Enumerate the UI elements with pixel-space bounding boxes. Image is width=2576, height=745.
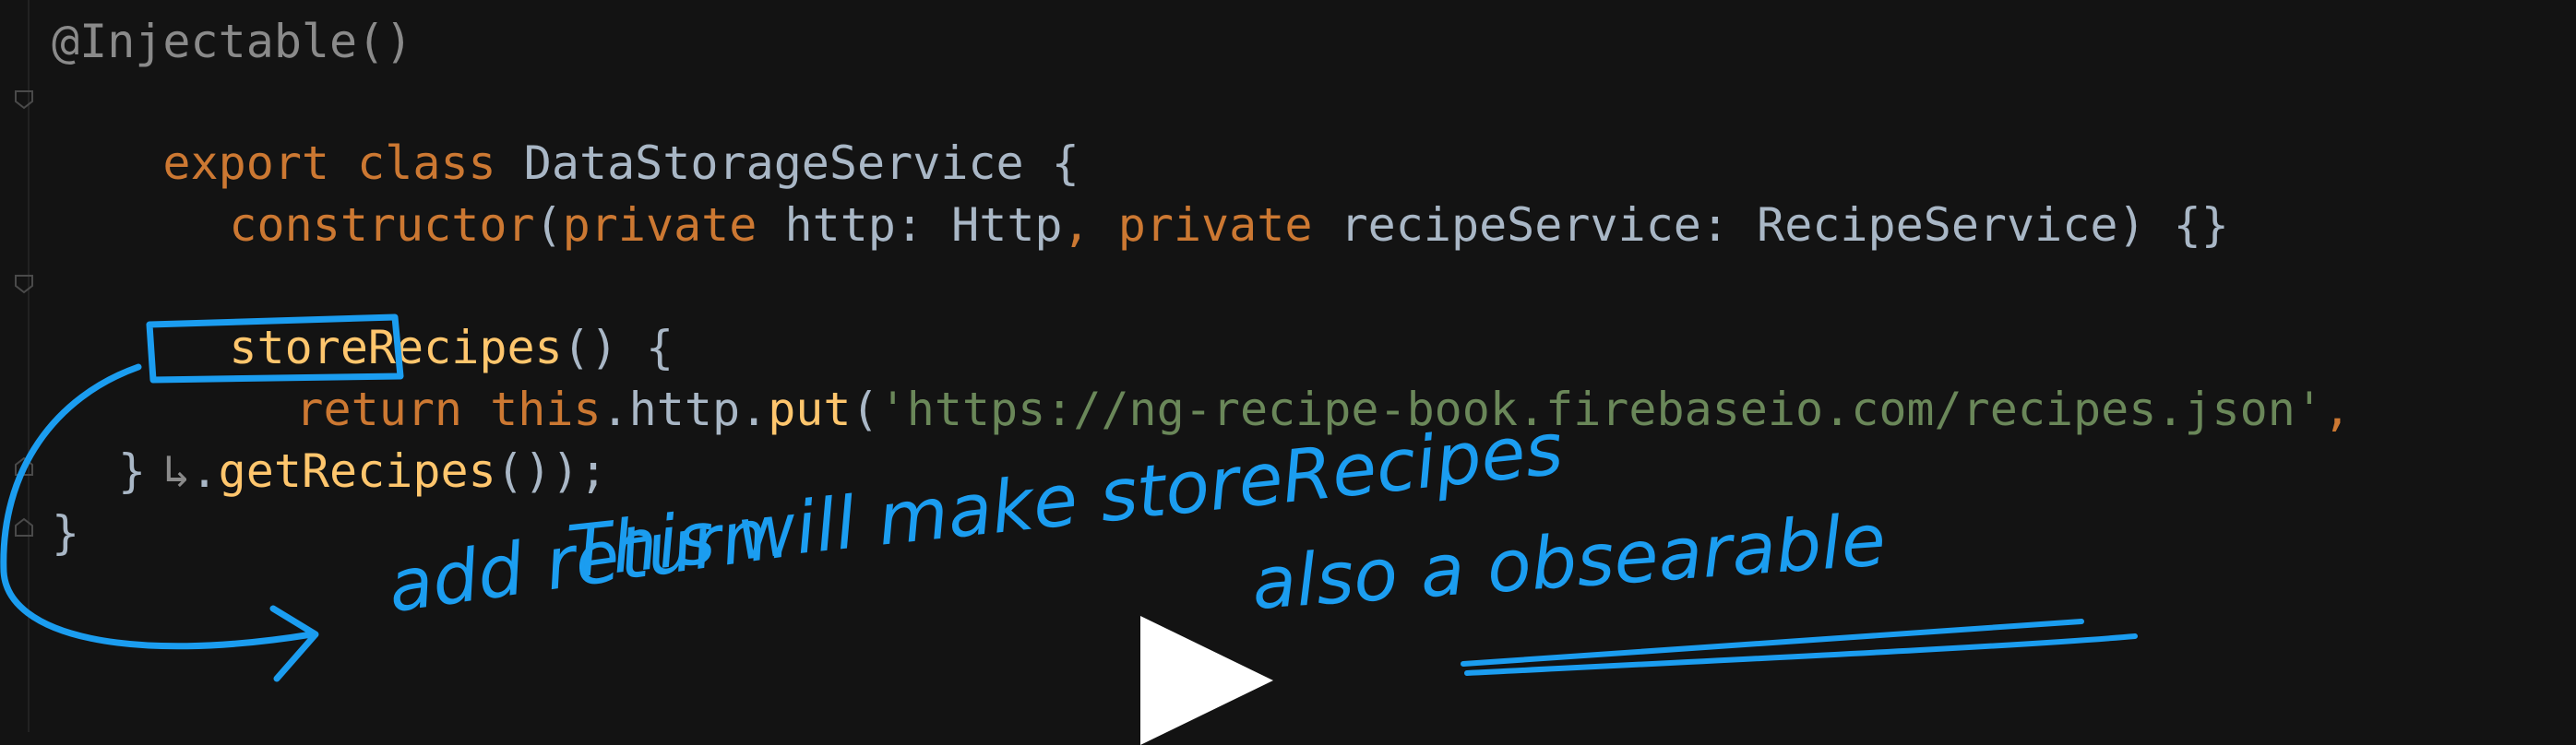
curved-arrow-stroke xyxy=(0,363,316,650)
return-highlight-box xyxy=(146,313,404,384)
arrow-head-stroke xyxy=(269,605,319,682)
play-icon[interactable] xyxy=(1140,616,1273,745)
